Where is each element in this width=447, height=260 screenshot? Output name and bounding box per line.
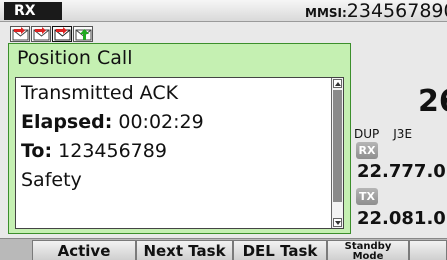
tx-tag: TX [356,188,378,205]
category: Safety [21,169,82,191]
softkey-extra[interactable] [409,240,447,260]
mmsi-value: 234567890 [346,0,447,22]
popup-title: Position Call [17,47,133,69]
envelope-green-out-icon[interactable] [73,26,93,42]
elapsed-value: 00:02:29 [118,111,204,133]
standby-label-line2: Mode [352,251,384,260]
scroll-down-arrow-icon[interactable] [333,218,342,227]
envelope-red-selected-icon[interactable] [52,26,72,42]
to-row: To: 123456789 [21,140,167,162]
scroll-thumb[interactable] [333,90,342,202]
softkey-bar: Active Next Task DEL Task Standby Mode [0,238,447,260]
mmsi-display: MMSI:234567890 [305,0,447,22]
rx-frequency: 22.777.0 [357,161,446,182]
elapsed-row: Elapsed: 00:02:29 [21,111,204,133]
message-tray [10,26,93,43]
message-details[interactable]: Transmitted ACK Elapsed: 00:02:29 To: 12… [15,77,344,229]
active-button[interactable]: Active [32,240,136,260]
emission-mode: J3E [393,127,413,141]
next-task-button[interactable]: Next Task [136,240,233,260]
status-bar: RX MMSI:234567890 [0,0,447,22]
scrollbar[interactable] [331,78,343,228]
mode-indicators: DUP J3E [354,127,426,141]
channel-number: 26 [418,84,447,119]
position-call-popup: Position Call Transmitted ACK Elapsed: 0… [8,43,351,234]
envelope-red-in-icon[interactable] [10,26,30,42]
tx-frequency: 22.081.0 [357,208,446,229]
duplex-mode: DUP [354,127,380,141]
del-task-button[interactable]: DEL Task [233,240,327,260]
to-value: 123456789 [58,140,167,162]
scroll-up-arrow-icon[interactable] [333,79,342,88]
rx-tag: RX [356,142,378,159]
transmit-status: Transmitted ACK [21,82,179,104]
mmsi-label: MMSI: [305,6,347,20]
rx-status-badge: RX [4,2,62,20]
envelope-red-in-icon[interactable] [31,26,51,42]
elapsed-label: Elapsed: [21,111,113,133]
standby-mode-button[interactable]: Standby Mode [327,240,409,260]
to-label: To: [21,140,53,162]
